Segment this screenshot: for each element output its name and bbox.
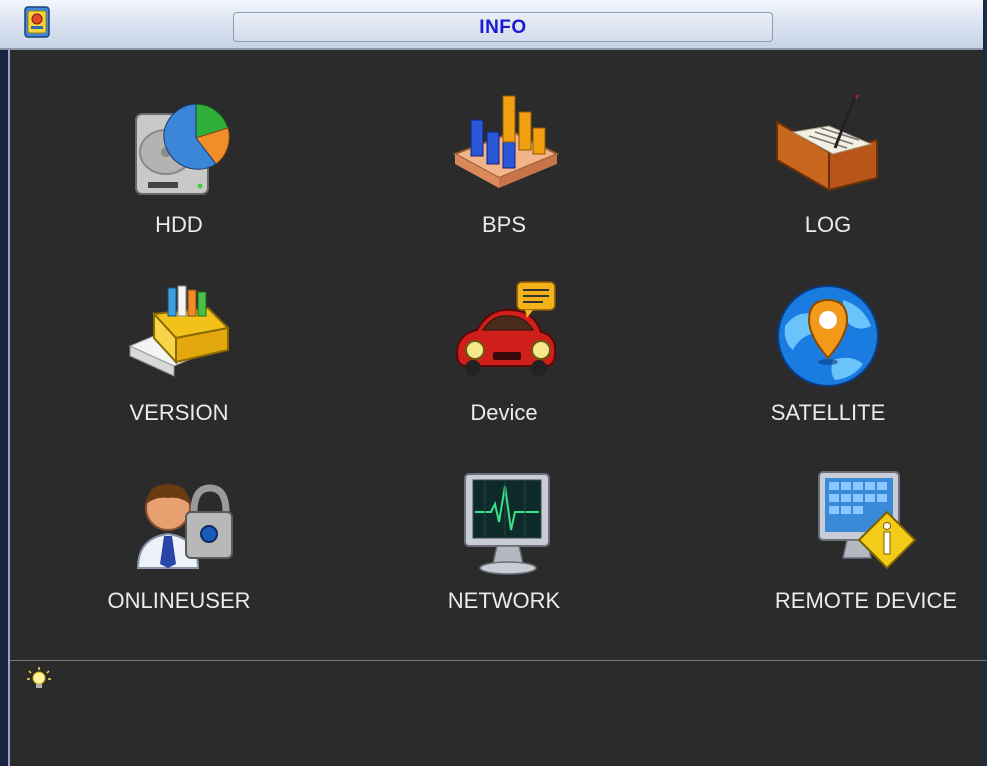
bps-bar-chart-icon	[452, 95, 559, 188]
menu-item-network[interactable]: NETWORK	[394, 468, 614, 628]
title-field: INFO	[233, 12, 773, 42]
menu-item-hdd[interactable]: HDD	[69, 92, 289, 252]
menu-item-label: HDD	[155, 212, 203, 237]
left-border-highlight	[8, 50, 10, 766]
menu-item-satellite[interactable]: SATELLITE	[718, 280, 938, 440]
remote-device-warning-icon	[818, 471, 917, 570]
lightbulb-icon	[27, 667, 51, 688]
network-monitor-icon	[464, 473, 550, 575]
satellite-globe-pin-icon	[777, 285, 879, 387]
right-border	[983, 0, 987, 766]
menu-item-label: BPS	[481, 212, 527, 237]
menu-item-onlineuser[interactable]: ONLINEUSER	[69, 468, 289, 628]
menu-item-label: SATELLITE	[770, 400, 886, 425]
menu-item-bps[interactable]: BPS	[394, 92, 614, 252]
menu-item-log[interactable]: LOG	[718, 92, 938, 252]
status-divider	[10, 660, 987, 661]
version-file-box-icon	[128, 285, 231, 377]
info-window: INFO HDD BPS LOG VERSION Device SATELLIT…	[0, 0, 987, 766]
dvr-app-icon[interactable]	[22, 5, 52, 39]
menu-item-label: ONLINEUSER	[107, 588, 251, 613]
menu-item-label: Device	[470, 400, 538, 425]
menu-item-device[interactable]: Device	[394, 280, 614, 440]
device-car-icon	[455, 281, 557, 376]
window-title: INFO	[479, 17, 527, 38]
title-bar: INFO	[0, 0, 987, 50]
menu-item-label: NETWORK	[447, 588, 561, 613]
menu-item-remote-device[interactable]: REMOTE DEVICE	[756, 468, 976, 628]
menu-item-label: REMOTE DEVICE	[774, 588, 958, 613]
menu-item-label: LOG	[804, 212, 852, 237]
hdd-pie-chart-icon	[135, 103, 230, 195]
log-book-quill-icon	[776, 94, 878, 192]
menu-item-version[interactable]: VERSION	[69, 280, 289, 440]
online-user-lock-icon	[136, 484, 233, 569]
menu-item-label: VERSION	[129, 400, 229, 425]
